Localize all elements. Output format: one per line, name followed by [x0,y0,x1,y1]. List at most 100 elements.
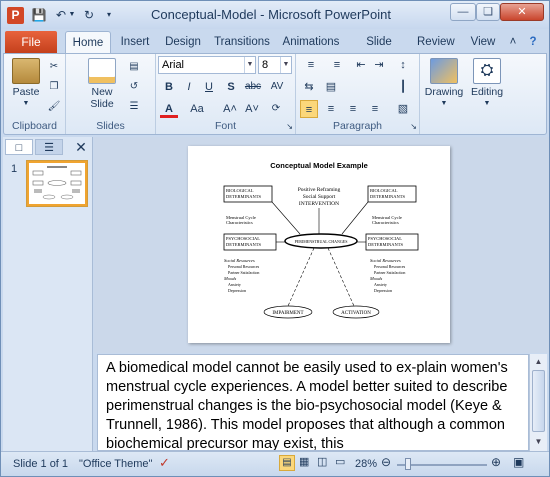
slides-pane: □ ☰ ✕ 1 [3,137,93,451]
social-left-3: Partner Satisfaction [228,270,259,275]
align-left-icon[interactable]: ≡ [300,100,318,118]
align-text-icon[interactable]: ▤ [322,78,340,96]
paragraph-dialog-launcher-icon[interactable]: ↘ [410,122,417,131]
cut-icon[interactable]: ✂ [46,60,62,74]
save-icon[interactable]: 💾 [31,7,47,23]
notes-scrollbar[interactable]: ▲ ▼ [529,354,547,451]
zoom-out-icon[interactable]: ⊖ [381,455,391,469]
scroll-thumb[interactable] [532,370,545,432]
new-slide-button[interactable]: New Slide [86,58,118,110]
undo-dropdown-icon[interactable]: ▼ [67,7,77,23]
slide-thumbnail[interactable] [27,161,87,206]
smartart-icon[interactable]: ▧ [392,100,414,118]
zoom-slider-thumb[interactable] [405,458,411,470]
bullets-icon[interactable]: ≡ [300,56,322,74]
minimize-ribbon-icon[interactable]: ˄ [505,31,521,53]
perimenstrual-changes-text: PERIMENSTRUAL CHANGES [295,239,348,244]
scroll-up-icon[interactable]: ▲ [532,356,545,368]
tab-home[interactable]: Home [65,31,111,53]
shadow-button[interactable]: S [222,78,240,96]
outline-view-tab[interactable]: ☰ [35,139,63,155]
powerpoint-window: P 💾 ↶ ▼ ↻ ▾ Conceptual-Model - Microsoft… [0,0,550,477]
chevron-down-icon[interactable]: ▼ [280,57,291,73]
tab-slide-show[interactable]: Slide Show [351,31,407,70]
clear-formatting-icon[interactable]: ⟳ [266,100,286,118]
font-family-combo[interactable]: Arial ▼ [158,56,256,74]
text-direction-icon[interactable]: ⇆ [300,78,318,96]
font-family-value: Arial [162,59,185,71]
zoom-level[interactable]: 28% [355,458,377,470]
help-icon[interactable]: ? [525,31,541,53]
shrink-font-button[interactable]: A˅ [242,100,262,118]
customize-qat-icon[interactable]: ▾ [101,7,117,23]
tab-file[interactable]: File [5,31,57,53]
slide-thumbnail-image [32,166,82,200]
columns-icon[interactable]: ┃ [392,78,414,96]
paste-button[interactable]: Paste ▼ [10,58,42,110]
slide-number: 1 [11,163,18,175]
paste-label: Paste [12,86,40,98]
normal-view-icon[interactable]: ▤ [279,455,295,471]
scroll-down-icon[interactable]: ▼ [532,436,545,448]
slide-editing-area[interactable]: Conceptual Model Example BIOLOGICAL DETE… [94,137,549,353]
redo-icon[interactable]: ↻ [81,7,97,23]
font-dialog-launcher-icon[interactable]: ↘ [286,122,293,131]
format-painter-icon[interactable]: 🖌 [46,100,62,114]
align-right-icon[interactable]: ≡ [344,100,362,118]
minimize-button[interactable]: — [450,3,476,21]
editing-label: Editing [470,86,504,98]
slides-view-tab[interactable]: □ [5,139,33,155]
close-pane-icon[interactable]: ✕ [67,139,95,155]
social-right-1: Social Resources [370,258,401,263]
tab-view[interactable]: View [469,31,497,53]
tab-review[interactable]: Review [417,31,455,53]
restore-icon: ❏ [483,6,493,18]
social-left-6: Depression [228,288,246,293]
underline-button[interactable]: U [200,78,218,96]
section-icon[interactable]: ☰ [126,100,142,114]
chevron-down-icon[interactable]: ▼ [244,57,255,73]
italic-button[interactable]: I [180,78,198,96]
theme-name[interactable]: "Office Theme" [79,458,152,470]
char-spacing-button[interactable]: AV [266,78,288,96]
slide-canvas[interactable]: Conceptual Model Example BIOLOGICAL DETE… [188,146,450,343]
spell-check-icon[interactable]: ✓ [159,455,170,471]
justify-icon[interactable]: ≡ [366,100,384,118]
bio-right-line1: BIOLOGICAL [370,188,398,193]
social-left-1: Social Resources [224,258,255,263]
social-right-6: Depression [374,288,392,293]
close-button[interactable]: ✕ [500,3,544,21]
slideshow-view-icon[interactable]: ▭ [335,455,345,468]
drawing-button[interactable]: Drawing ▼ [424,58,464,110]
numbering-icon[interactable]: ≡ [326,56,348,74]
tab-insert[interactable]: Insert [115,31,155,53]
decrease-indent-icon[interactable]: ⇤ [352,56,370,74]
slides-group: New Slide ▤ ↺ ☰ Slides [66,54,156,134]
layout-icon[interactable]: ▤ [126,60,142,74]
fit-to-window-icon[interactable]: ▣ [513,455,524,469]
change-case-button[interactable]: Aa [186,100,208,118]
reading-view-icon[interactable]: ◫ [317,455,327,468]
strikethrough-button[interactable]: abc [242,78,264,96]
reset-icon[interactable]: ↺ [126,80,142,94]
bold-button[interactable]: B [160,78,178,96]
copy-icon[interactable]: ❐ [46,80,62,94]
align-center-icon[interactable]: ≡ [322,100,340,118]
psych-left-line1: PSYCHOSOCIAL [226,236,260,241]
tab-design[interactable]: Design [161,31,205,53]
notes-pane[interactable]: A biomedical model cannot be easily used… [97,354,529,451]
editing-button[interactable]: ⛭ Editing ▼ [466,58,508,110]
grow-font-button[interactable]: A˄ [220,100,240,118]
tab-animations[interactable]: Animations [281,31,341,53]
tab-transitions[interactable]: Transitions [213,31,271,53]
powerpoint-app-icon[interactable]: P [7,7,24,24]
font-size-combo[interactable]: 8 ▼ [258,56,292,74]
slide-sorter-icon[interactable]: ▦ [299,455,309,468]
font-color-button[interactable]: A [160,100,178,118]
restore-button[interactable]: ❏ [476,3,500,21]
zoom-in-icon[interactable]: ⊕ [491,455,501,469]
notes-text[interactable]: A biomedical model cannot be easily used… [106,359,526,450]
line-spacing-icon[interactable]: ↕ [392,56,414,74]
new-slide-icon [88,58,116,84]
increase-indent-icon[interactable]: ⇥ [370,56,388,74]
